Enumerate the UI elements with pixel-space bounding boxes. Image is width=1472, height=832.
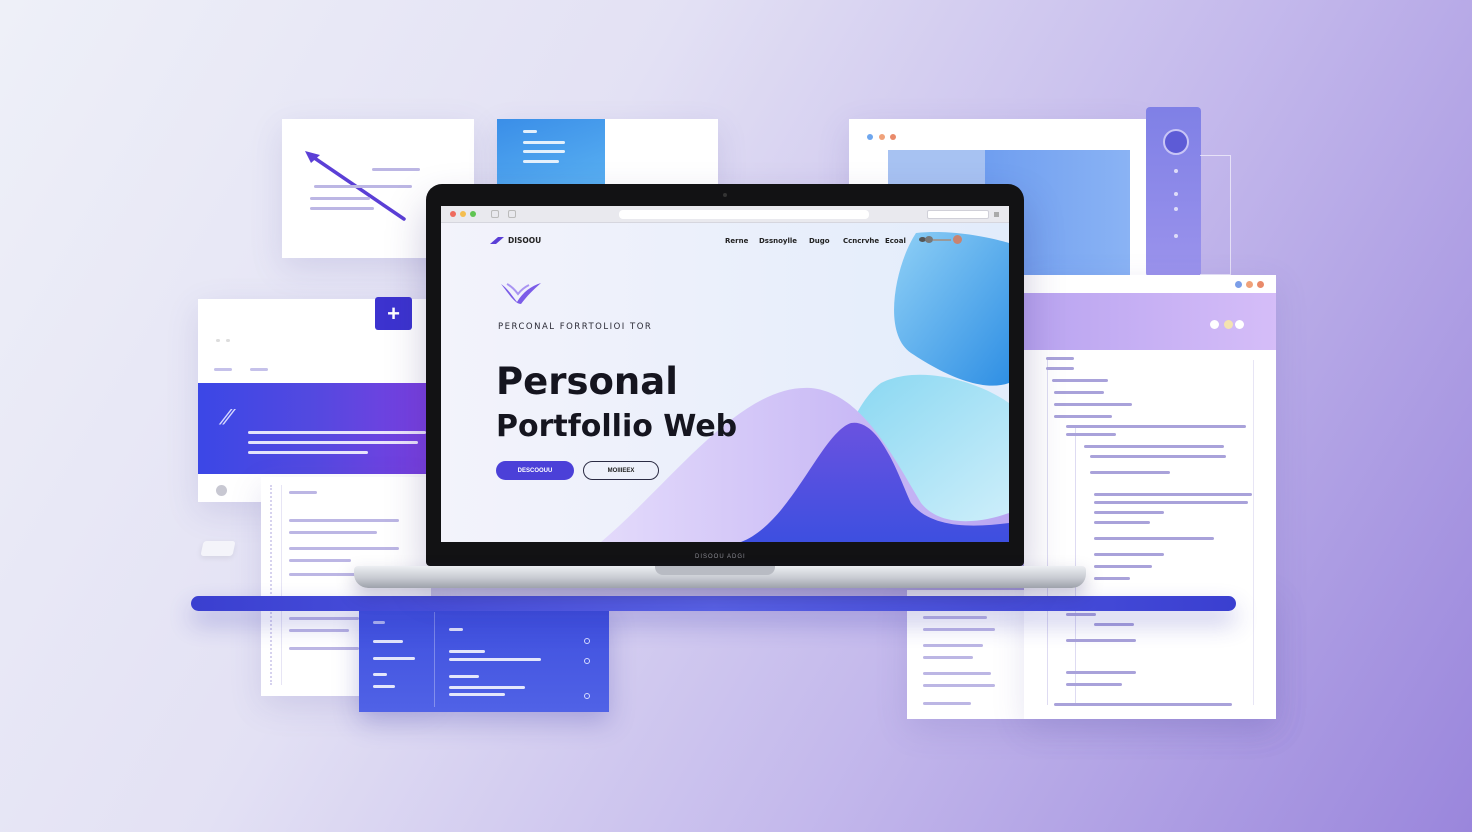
logo-icon	[1163, 129, 1189, 155]
forward-button[interactable]	[508, 210, 516, 218]
purple-header	[1024, 293, 1276, 350]
laptop-notch	[655, 566, 775, 575]
blue-block	[497, 119, 605, 189]
laptop-screen: DISOOU Rerne Dssnoylle Dugo Ccncrvhe Eco…	[441, 206, 1009, 542]
secondary-cta-button[interactable]: MOIIIEEX	[583, 461, 659, 480]
laptop-base	[354, 566, 1086, 588]
nav-item-2[interactable]: Dssnoylle	[759, 237, 797, 245]
vertical-toolbar	[1146, 107, 1201, 277]
nav-item-1[interactable]: Rerne	[725, 237, 748, 245]
hero-subtitle: Portfollio Web	[496, 409, 738, 444]
site-logo-text[interactable]: DISOOU	[508, 236, 541, 245]
nav-item-3[interactable]: Dugo	[809, 237, 830, 245]
primary-cta-button[interactable]: DESCOOUU	[496, 461, 574, 480]
code-panel	[359, 606, 609, 712]
code-window	[1024, 275, 1276, 719]
portfolio-illustration: { "site": { "logo_text": "DISOOU", "nav"…	[0, 0, 1472, 832]
add-button[interactable]: +	[375, 297, 412, 330]
laptop-chin: DISOOU ADGI	[430, 542, 1020, 566]
menu-icon[interactable]	[994, 212, 999, 217]
site-logo-icon	[490, 237, 504, 244]
plus-icon: +	[387, 300, 400, 326]
thin-outline-panel	[1200, 155, 1231, 275]
address-bar[interactable]	[619, 210, 869, 219]
close-dot[interactable]	[450, 211, 456, 217]
blue-split-card	[497, 119, 718, 189]
nav-item-4[interactable]: Ccncrvhe	[843, 237, 879, 245]
shelf-bar	[191, 596, 1236, 611]
nav-avatars[interactable]	[919, 235, 963, 244]
small-tag	[200, 541, 236, 556]
checkmark-logo-icon	[501, 283, 541, 304]
hero-title: Personal	[496, 360, 678, 403]
back-button[interactable]	[491, 210, 499, 218]
blue-banner: ⁄⁄	[198, 383, 428, 474]
maximize-dot[interactable]	[470, 211, 476, 217]
fraction-glyph: ⁄⁄	[224, 405, 231, 429]
minimize-dot[interactable]	[460, 211, 466, 217]
toolbar-buttons[interactable]	[927, 210, 989, 219]
browser-chrome	[441, 206, 1009, 223]
hero-kicker: PERCONAL FORRTOLIOI TOR	[498, 322, 653, 332]
camera-icon	[723, 193, 727, 197]
nav-item-5[interactable]: Ecoal	[885, 237, 906, 245]
laptop-brand-label: DISOOU ADGI	[695, 554, 746, 560]
